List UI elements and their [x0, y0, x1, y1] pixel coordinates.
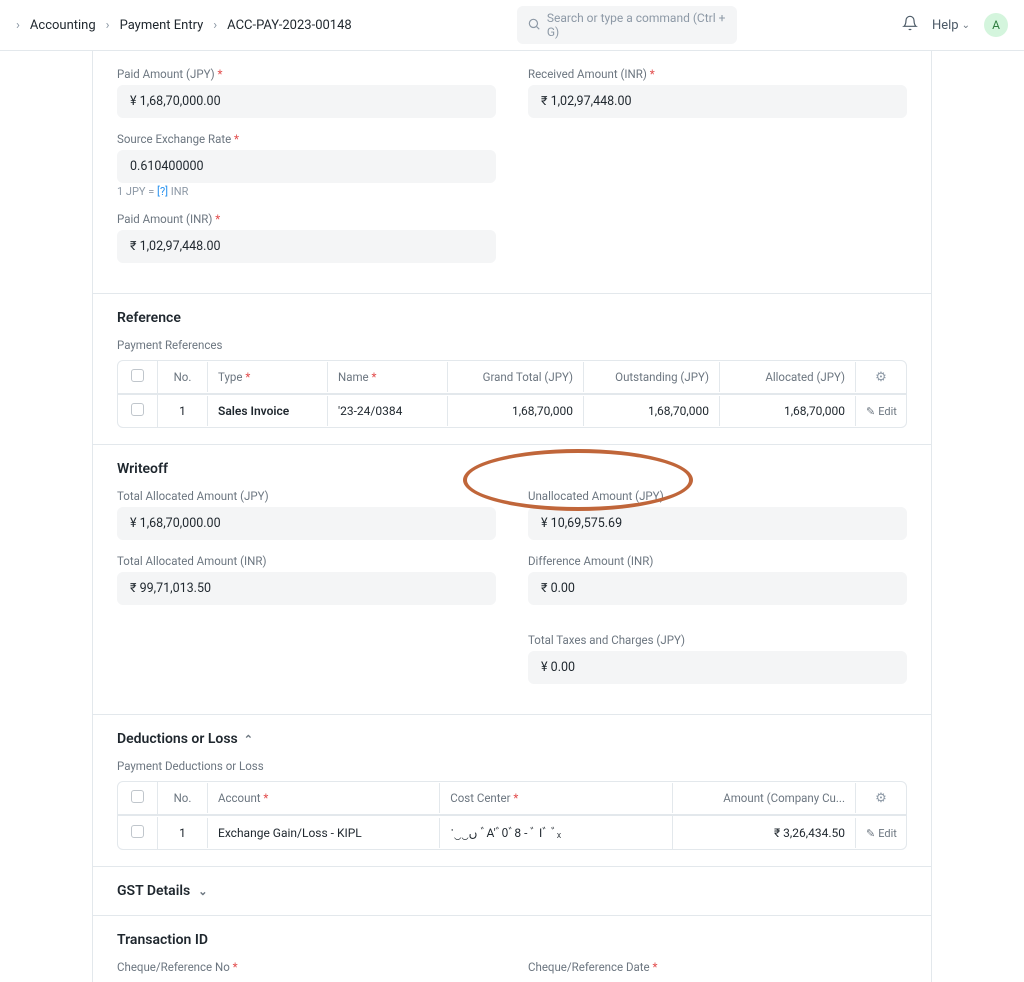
transaction-section: Transaction ID Cheque/Reference No * Che… — [93, 916, 931, 982]
deductions-subtitle: Payment Deductions or Loss — [117, 759, 907, 773]
row-no: 1 — [158, 818, 208, 848]
table-head: No. Type * Name * Grand Total (JPY) Outs… — [118, 361, 906, 394]
col-name: Name * — [328, 362, 448, 392]
row-checkbox[interactable] — [118, 817, 158, 849]
reference-title: Reference — [117, 310, 907, 326]
alloc-jpy-field[interactable]: ¥ 1,68,70,000.00 — [117, 507, 496, 540]
src-rate-field[interactable]: 0.610400000 — [117, 150, 496, 183]
deductions-table: No. Account * Cost Center * Amount (Comp… — [117, 781, 907, 850]
search-placeholder: Search or type a command (Ctrl + G) — [547, 11, 727, 39]
page-header: › Accounting › Payment Entry › ACC-PAY-2… — [0, 0, 1024, 51]
references-table: No. Type * Name * Grand Total (JPY) Outs… — [117, 360, 907, 428]
payment-references-label: Payment References — [117, 338, 907, 352]
row-outstanding: 1,68,70,000 — [584, 396, 720, 426]
chevron-right-icon: › — [106, 18, 110, 33]
row-cost-center[interactable]: ॱ‿‿ﮞ ﾞA'ﾞ0ﾞ8 - ﾞ Iﾞ ﾞₓ — [440, 816, 672, 849]
received-inr-label: Received Amount (INR) * — [528, 67, 907, 81]
cheque-no-label: Cheque/Reference No * — [117, 960, 496, 974]
col-outstanding: Outstanding (JPY) — [584, 362, 720, 392]
writeoff-section: Writeoff Total Allocated Amount (JPY) ¥ … — [93, 445, 931, 715]
row-account[interactable]: Exchange Gain/Loss - KIPL — [208, 818, 440, 848]
table-row: 1 Sales Invoice '23-24/0384 1,68,70,000 … — [118, 394, 906, 427]
paid-inr-label: Paid Amount (INR) * — [117, 212, 496, 226]
gst-details-toggle[interactable]: GST Details ⌄ — [93, 867, 931, 916]
chevron-up-icon: ⌃ — [244, 733, 253, 746]
table-head: No. Account * Cost Center * Amount (Comp… — [118, 782, 906, 815]
paid-inr-field[interactable]: ₹ 1,02,97,448.00 — [117, 230, 496, 263]
col-grand-total: Grand Total (JPY) — [448, 362, 584, 392]
row-checkbox[interactable] — [118, 395, 158, 427]
gear-icon[interactable]: ⚙ — [875, 370, 887, 385]
col-allocated: Allocated (JPY) — [720, 362, 856, 392]
diff-inr-field[interactable]: ₹ 0.00 — [528, 572, 907, 605]
chevron-right-icon: › — [16, 18, 20, 33]
col-amount: Amount (Company Cu... — [673, 783, 857, 813]
col-no: No. — [158, 783, 208, 813]
src-rate-label: Source Exchange Rate * — [117, 132, 496, 146]
transaction-title: Transaction ID — [117, 932, 907, 948]
table-row: 1 Exchange Gain/Loss - KIPL ॱ‿‿ﮞ ﾞA'ﾞ0ﾞ8… — [118, 815, 906, 849]
gear-icon[interactable]: ⚙ — [875, 791, 887, 806]
row-no: 1 — [158, 396, 208, 426]
diff-inr-label: Difference Amount (INR) — [528, 554, 907, 568]
row-grand-total: 1,68,70,000 — [448, 396, 584, 426]
col-account: Account * — [208, 783, 440, 813]
chevron-right-icon: › — [213, 18, 217, 33]
col-type: Type * — [208, 362, 328, 392]
checkbox-header[interactable] — [118, 361, 158, 393]
edit-row-button[interactable]: ✎ Edit — [866, 827, 897, 840]
alloc-inr-label: Total Allocated Amount (INR) — [117, 554, 496, 568]
row-amount: ₹ 3,26,434.50 — [673, 818, 857, 848]
bell-icon[interactable] — [902, 15, 918, 35]
rate-hint: 1 JPY = [?] INR — [117, 185, 496, 198]
row-allocated: 1,68,70,000 — [720, 396, 856, 426]
tax-field[interactable]: ¥ 0.00 — [528, 651, 907, 684]
breadcrumb: › Accounting › Payment Entry › ACC-PAY-2… — [16, 18, 352, 33]
paid-jpy-field[interactable]: ¥ 1,68,70,000.00 — [117, 85, 496, 118]
reference-section: Reference Payment References No. Type * … — [93, 294, 931, 445]
rate-hint-link[interactable]: [?] — [157, 185, 168, 198]
chevron-down-icon: ⌄ — [962, 20, 970, 31]
unalloc-jpy-label: Unallocated Amount (JPY) — [528, 489, 907, 503]
breadcrumb-item[interactable]: Accounting — [30, 18, 96, 33]
help-dropdown[interactable]: Help ⌄ — [932, 18, 970, 33]
col-gear: ⚙ — [856, 783, 906, 814]
edit-row-button[interactable]: ✎ Edit — [866, 405, 897, 418]
breadcrumb-item[interactable]: ACC-PAY-2023-00148 — [227, 18, 352, 33]
alloc-inr-field[interactable]: ₹ 99,71,013.50 — [117, 572, 496, 605]
checkbox-header[interactable] — [118, 782, 158, 814]
cheque-date-label: Cheque/Reference Date * — [528, 960, 907, 974]
row-name[interactable]: '23-24/0384 — [328, 396, 448, 426]
search-icon — [527, 17, 541, 34]
deductions-section: Deductions or Loss ⌃ Payment Deductions … — [93, 715, 931, 867]
chevron-down-icon: ⌄ — [198, 885, 207, 898]
row-type[interactable]: Sales Invoice — [208, 396, 328, 426]
tax-label: Total Taxes and Charges (JPY) — [528, 633, 907, 647]
search-input[interactable]: Search or type a command (Ctrl + G) — [517, 6, 737, 44]
paid-jpy-label: Paid Amount (JPY) * — [117, 67, 496, 81]
pencil-icon: ✎ — [866, 827, 875, 840]
col-gear: ⚙ — [856, 362, 906, 393]
breadcrumb-item[interactable]: Payment Entry — [120, 18, 204, 33]
col-cost-center: Cost Center * — [440, 783, 672, 813]
amounts-section: Paid Amount (JPY) * ¥ 1,68,70,000.00 Sou… — [93, 51, 931, 294]
col-no: No. — [158, 362, 208, 392]
received-inr-field[interactable]: ₹ 1,02,97,448.00 — [528, 85, 907, 118]
avatar[interactable]: A — [984, 13, 1008, 37]
deductions-title[interactable]: Deductions or Loss ⌃ — [117, 731, 907, 747]
help-label: Help — [932, 18, 959, 33]
unalloc-jpy-field[interactable]: ¥ 10,69,575.69 — [528, 507, 907, 540]
pencil-icon: ✎ — [866, 405, 875, 418]
alloc-jpy-label: Total Allocated Amount (JPY) — [117, 489, 496, 503]
writeoff-title: Writeoff — [117, 461, 907, 477]
